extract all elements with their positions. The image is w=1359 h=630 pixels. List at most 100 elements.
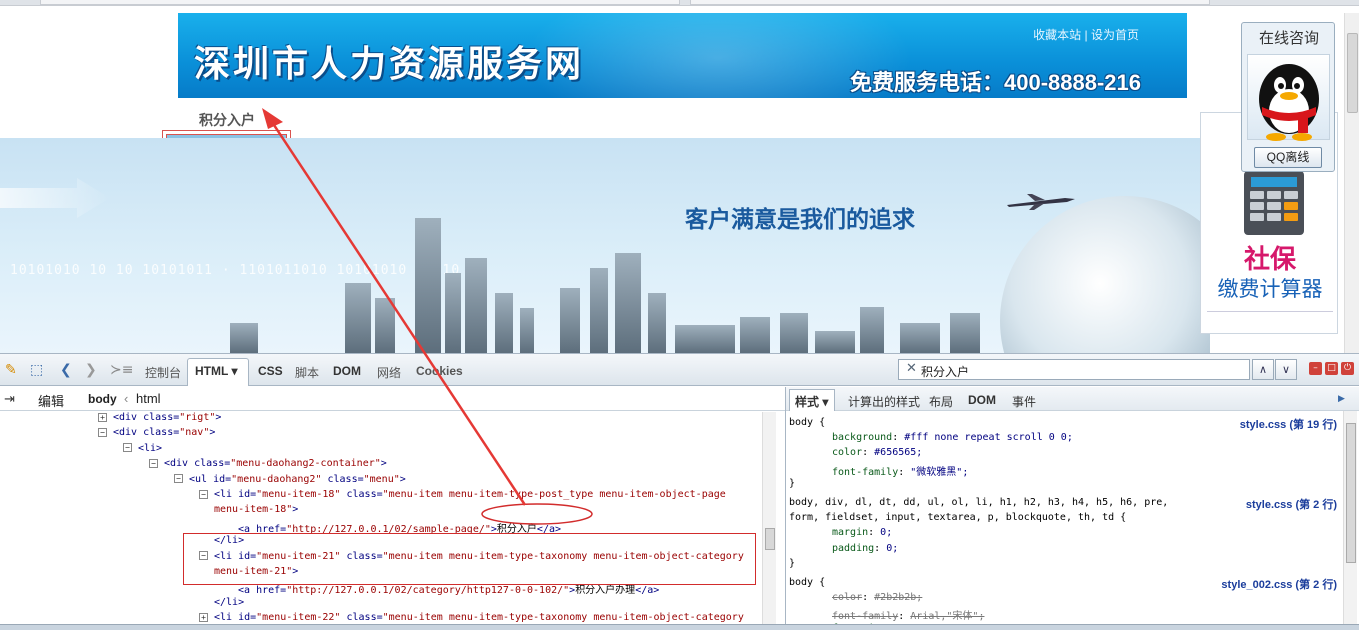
tree-toggle-icon[interactable]: − [149, 458, 158, 468]
close-icon[interactable]: ⏻ [1341, 362, 1354, 375]
clear-search-icon[interactable]: ✕ [906, 361, 917, 376]
css-property[interactable]: color: #656565; [832, 447, 922, 458]
css-selector[interactable]: body { [789, 417, 825, 428]
qq-offline-button[interactable]: QQ离线 [1254, 147, 1322, 168]
annotation-highlight-box [183, 533, 756, 585]
html-tree-line[interactable]: − <ul id="menu-daohang2" class="menu"> [174, 474, 406, 485]
select-node-icon[interactable]: ⇥ [4, 391, 15, 407]
tab-console[interactable]: 控制台 [145, 364, 181, 381]
firebug-icon[interactable]: ✎ [5, 362, 17, 378]
css-source-link[interactable]: style.css (第 19 行) [1240, 416, 1337, 432]
globe-graphic [1000, 196, 1210, 353]
css-rule-close: } [789, 477, 796, 489]
html-tree-line[interactable]: </li> [214, 597, 244, 608]
css-property[interactable]: background: #fff none repeat scroll 0 0; [832, 432, 1073, 443]
html-tree-pane[interactable]: + <div class="rigt"> − <div class="nav"> − <l… [0, 412, 762, 630]
css-selector[interactable]: body { [789, 577, 825, 588]
search-input-value[interactable]: 积分入户 [921, 363, 969, 380]
style-pane-scrollbar[interactable] [1343, 411, 1357, 630]
calc-title-line2: 缴费计算器 [1217, 278, 1323, 301]
city-building [900, 323, 940, 353]
tree-toggle-icon[interactable]: + [199, 612, 208, 622]
tree-toggle-icon[interactable]: − [174, 474, 183, 484]
css-property[interactable]: padding: 0; [832, 543, 898, 554]
qq-avatar [1247, 54, 1330, 141]
search-next-button[interactable]: ∨ [1275, 359, 1297, 380]
scrollbar-thumb[interactable] [765, 528, 775, 550]
minimize-icon[interactable]: – [1309, 362, 1322, 375]
page-scrollbar[interactable] [1344, 13, 1359, 353]
tab-css[interactable]: CSS [258, 364, 283, 378]
tab-styles[interactable]: 样式 ▾ [795, 393, 828, 410]
airplane-icon [1007, 194, 1075, 210]
divider [1207, 311, 1333, 312]
city-building [375, 298, 395, 353]
tab-html[interactable]: HTML ▾ [195, 364, 237, 378]
browser-tab[interactable] [40, 0, 680, 5]
tree-toggle-icon[interactable]: − [98, 427, 107, 437]
toplinks-separator: | [1081, 28, 1091, 42]
city-building [675, 325, 735, 353]
css-source-link[interactable]: style.css (第 2 行) [1246, 496, 1337, 512]
firebug-devtools: ✎ ⬚ ❮ ❯ ≻≡ 控制台 HTML ▾ CSS 脚本 DOM 网络 Cook… [0, 353, 1359, 630]
tab-computed[interactable]: 计算出的样式 [848, 393, 920, 410]
html-pane-scrollbar[interactable] [762, 412, 776, 630]
set-homepage-link[interactable]: 设为首页 [1091, 28, 1139, 42]
city-building [950, 313, 980, 353]
css-selector[interactable]: form, fieldset, input, textarea, p, bloc… [789, 512, 1126, 523]
tab-dom[interactable]: DOM [333, 364, 361, 378]
city-building [345, 283, 371, 353]
banner-slogan: 客户满意是我们的追求 [685, 206, 915, 232]
breadcrumb-body[interactable]: body [88, 392, 117, 406]
html-tree-line[interactable]: menu-item-18"> [214, 504, 298, 515]
city-building [465, 258, 487, 353]
detach-icon[interactable]: □ [1325, 362, 1338, 375]
browser-tab[interactable] [690, 0, 1210, 5]
tab-script[interactable]: 脚本 [295, 364, 319, 381]
css-property[interactable]: font-family: Arial,"宋体"; [832, 607, 984, 622]
tree-toggle-icon[interactable]: − [199, 489, 208, 499]
style-tabs: 样式 ▾ 计算出的样式 布局 DOM 事件 ▶ [786, 387, 1359, 411]
search-prev-button[interactable]: ∧ [1252, 359, 1274, 380]
tab-events[interactable]: 事件 [1012, 393, 1036, 410]
scrollbar-thumb[interactable] [1346, 423, 1356, 563]
calculator-icon [1244, 171, 1304, 235]
screen: 深圳市人力资源服务网 收藏本站 | 设为首页 免费服务电话：400-8888-2… [0, 0, 1359, 630]
css-source-link[interactable]: style_002.css (第 2 行) [1221, 576, 1337, 592]
tab-style-dom[interactable]: DOM [968, 393, 996, 407]
style-side-pane: 样式 ▾ 计算出的样式 布局 DOM 事件 ▶ body { style.css … [785, 387, 1359, 630]
city-building [648, 293, 666, 353]
html-tree-line[interactable]: + <div class="rigt"> [98, 412, 221, 423]
css-property[interactable]: font-family: "微软雅黑"; [832, 463, 968, 478]
html-tree-line[interactable]: + <li id="menu-item-22" class="menu-item … [199, 612, 744, 623]
css-property[interactable]: margin: 0; [832, 527, 892, 538]
tab-layout[interactable]: 布局 [929, 393, 953, 410]
back-arrow-icon[interactable]: ❮ [60, 362, 72, 378]
scrollbar-thumb[interactable] [1347, 33, 1358, 113]
inspect-icon[interactable]: ⬚ [30, 362, 43, 378]
tree-toggle-icon[interactable]: − [123, 443, 132, 453]
html-tree-line[interactable]: − <li> [123, 443, 162, 454]
nav-item-jifen[interactable]: 积分入户 [199, 110, 255, 130]
css-selector[interactable]: body, div, dl, dt, dd, ul, ol, li, h1, h… [789, 497, 1168, 508]
html-tree-line[interactable]: − <li id="menu-item-18" class="menu-item … [199, 489, 726, 500]
breadcrumb-html[interactable]: html [136, 391, 161, 406]
tab-cookies[interactable]: Cookies [416, 364, 463, 378]
command-line-icon[interactable]: ≻≡ [110, 362, 133, 378]
html-panel-toolbar: ⇥ 编辑 body ‹ html [0, 387, 785, 411]
hotline-text: 免费服务电话：400-8888-216 [849, 70, 1141, 95]
forward-arrow-icon[interactable]: ❯ [85, 362, 97, 378]
options-arrow-icon[interactable]: ▶ [1338, 393, 1345, 404]
html-tree-line[interactable]: − <div class="nav"> [98, 427, 215, 438]
city-building [230, 323, 258, 353]
devtools-search-box[interactable]: ✕ 积分入户 [898, 359, 1250, 380]
edit-button[interactable]: 编辑 [38, 391, 64, 410]
css-property[interactable]: color: #2b2b2b; [832, 592, 922, 603]
hero-banner: 10101010 10 10 10101011 · 1101011010 101… [0, 138, 1210, 353]
bookmark-link[interactable]: 收藏本站 [1033, 28, 1081, 42]
banner-arrow-graphic [0, 178, 110, 218]
tab-net[interactable]: 网络 [377, 364, 401, 381]
city-building [780, 313, 808, 353]
html-tree-line[interactable]: − <div class="menu-daohang2-container"> [149, 458, 387, 469]
tree-toggle-icon[interactable]: + [98, 412, 107, 422]
